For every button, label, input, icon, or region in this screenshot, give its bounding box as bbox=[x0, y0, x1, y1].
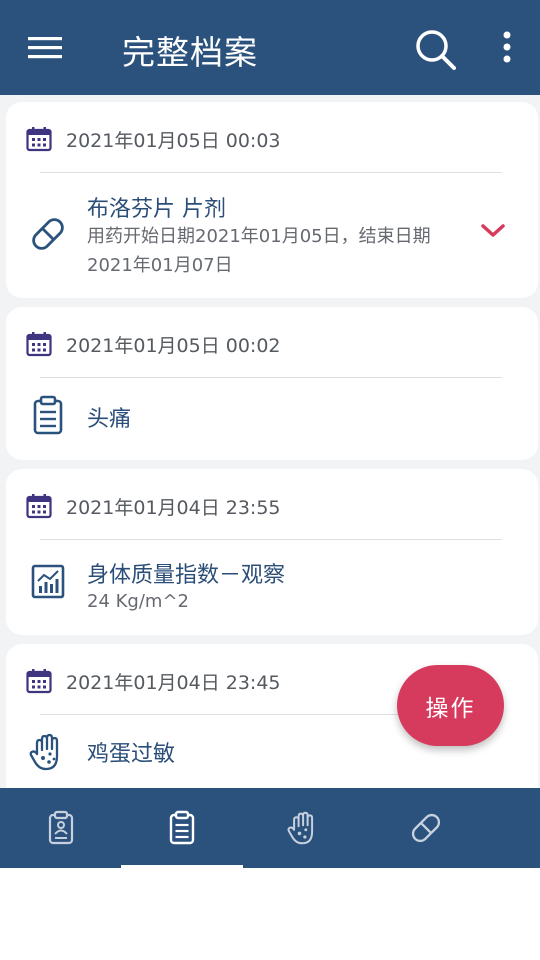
calendar-icon bbox=[26, 127, 52, 152]
record-date-row: 2021年01月05日 00:02 bbox=[26, 327, 281, 361]
record-subtitle: 用药开始日期2021年01月05日，结束日期2021年01月07日 bbox=[87, 226, 431, 276]
search-icon bbox=[416, 30, 456, 70]
record-card[interactable]: 2021年01月04日 23:55 身体质量指数－观察 24 Kg/m^2 bbox=[6, 469, 538, 635]
allergy-hand-icon bbox=[287, 811, 314, 845]
actions-fab-button[interactable]: 操作 bbox=[397, 665, 504, 746]
app-root: 完整档案 2021年01月05日 00:03 布洛芬片 片剂 用药开始日期202… bbox=[0, 0, 540, 960]
record-date: 2021年01月05日 00:03 bbox=[66, 129, 281, 152]
record-title: 鸡蛋过敏 bbox=[87, 742, 176, 767]
calendar-icon bbox=[26, 332, 52, 357]
record-date-row: 2021年01月04日 23:45 bbox=[26, 664, 281, 698]
chevron-down-icon[interactable] bbox=[480, 222, 506, 240]
record-title: 头痛 bbox=[87, 407, 132, 432]
nav-tab-medications[interactable] bbox=[365, 788, 487, 868]
calendar-icon bbox=[26, 494, 52, 519]
divider bbox=[40, 172, 502, 173]
more-options-button[interactable] bbox=[496, 28, 518, 68]
fab-label: 操作 bbox=[425, 695, 476, 722]
blank-area bbox=[0, 868, 540, 960]
page-title: 完整档案 bbox=[122, 33, 258, 72]
record-title: 身体质量指数－观察 bbox=[87, 563, 286, 588]
record-card[interactable]: 2021年01月05日 00:03 布洛芬片 片剂 用药开始日期2021年01月… bbox=[6, 102, 538, 298]
nav-tab-records[interactable] bbox=[121, 788, 243, 868]
pill-icon bbox=[411, 813, 441, 843]
app-bar: 完整档案 bbox=[0, 0, 540, 95]
divider bbox=[40, 539, 502, 540]
record-date: 2021年01月04日 23:45 bbox=[66, 671, 281, 694]
record-card[interactable]: 2021年01月05日 00:02 头痛 bbox=[6, 307, 538, 460]
clipboard-icon bbox=[169, 810, 195, 845]
menu-icon bbox=[28, 37, 62, 59]
menu-button[interactable] bbox=[26, 30, 64, 64]
bottom-navigation bbox=[0, 788, 540, 868]
pill-icon bbox=[32, 218, 64, 250]
record-date: 2021年01月04日 23:55 bbox=[66, 496, 281, 519]
nav-tab-profile[interactable] bbox=[0, 788, 122, 868]
more-vert-icon bbox=[503, 31, 511, 63]
allergy-hand-icon bbox=[29, 733, 59, 771]
nav-tab-allergies[interactable] bbox=[243, 788, 365, 868]
profile-clipboard-icon bbox=[48, 810, 74, 845]
record-date: 2021年01月05日 00:02 bbox=[66, 334, 281, 357]
record-date-row: 2021年01月05日 00:03 bbox=[26, 122, 281, 156]
record-date-row: 2021年01月04日 23:55 bbox=[26, 489, 281, 523]
record-title: 布洛芬片 片剂 bbox=[87, 197, 226, 222]
clipboard-icon bbox=[33, 395, 63, 435]
divider bbox=[40, 377, 502, 378]
calendar-icon bbox=[26, 669, 52, 694]
record-subtitle: 24 Kg/m^2 bbox=[87, 591, 189, 612]
search-button[interactable] bbox=[412, 26, 458, 72]
chart-icon bbox=[31, 564, 65, 599]
